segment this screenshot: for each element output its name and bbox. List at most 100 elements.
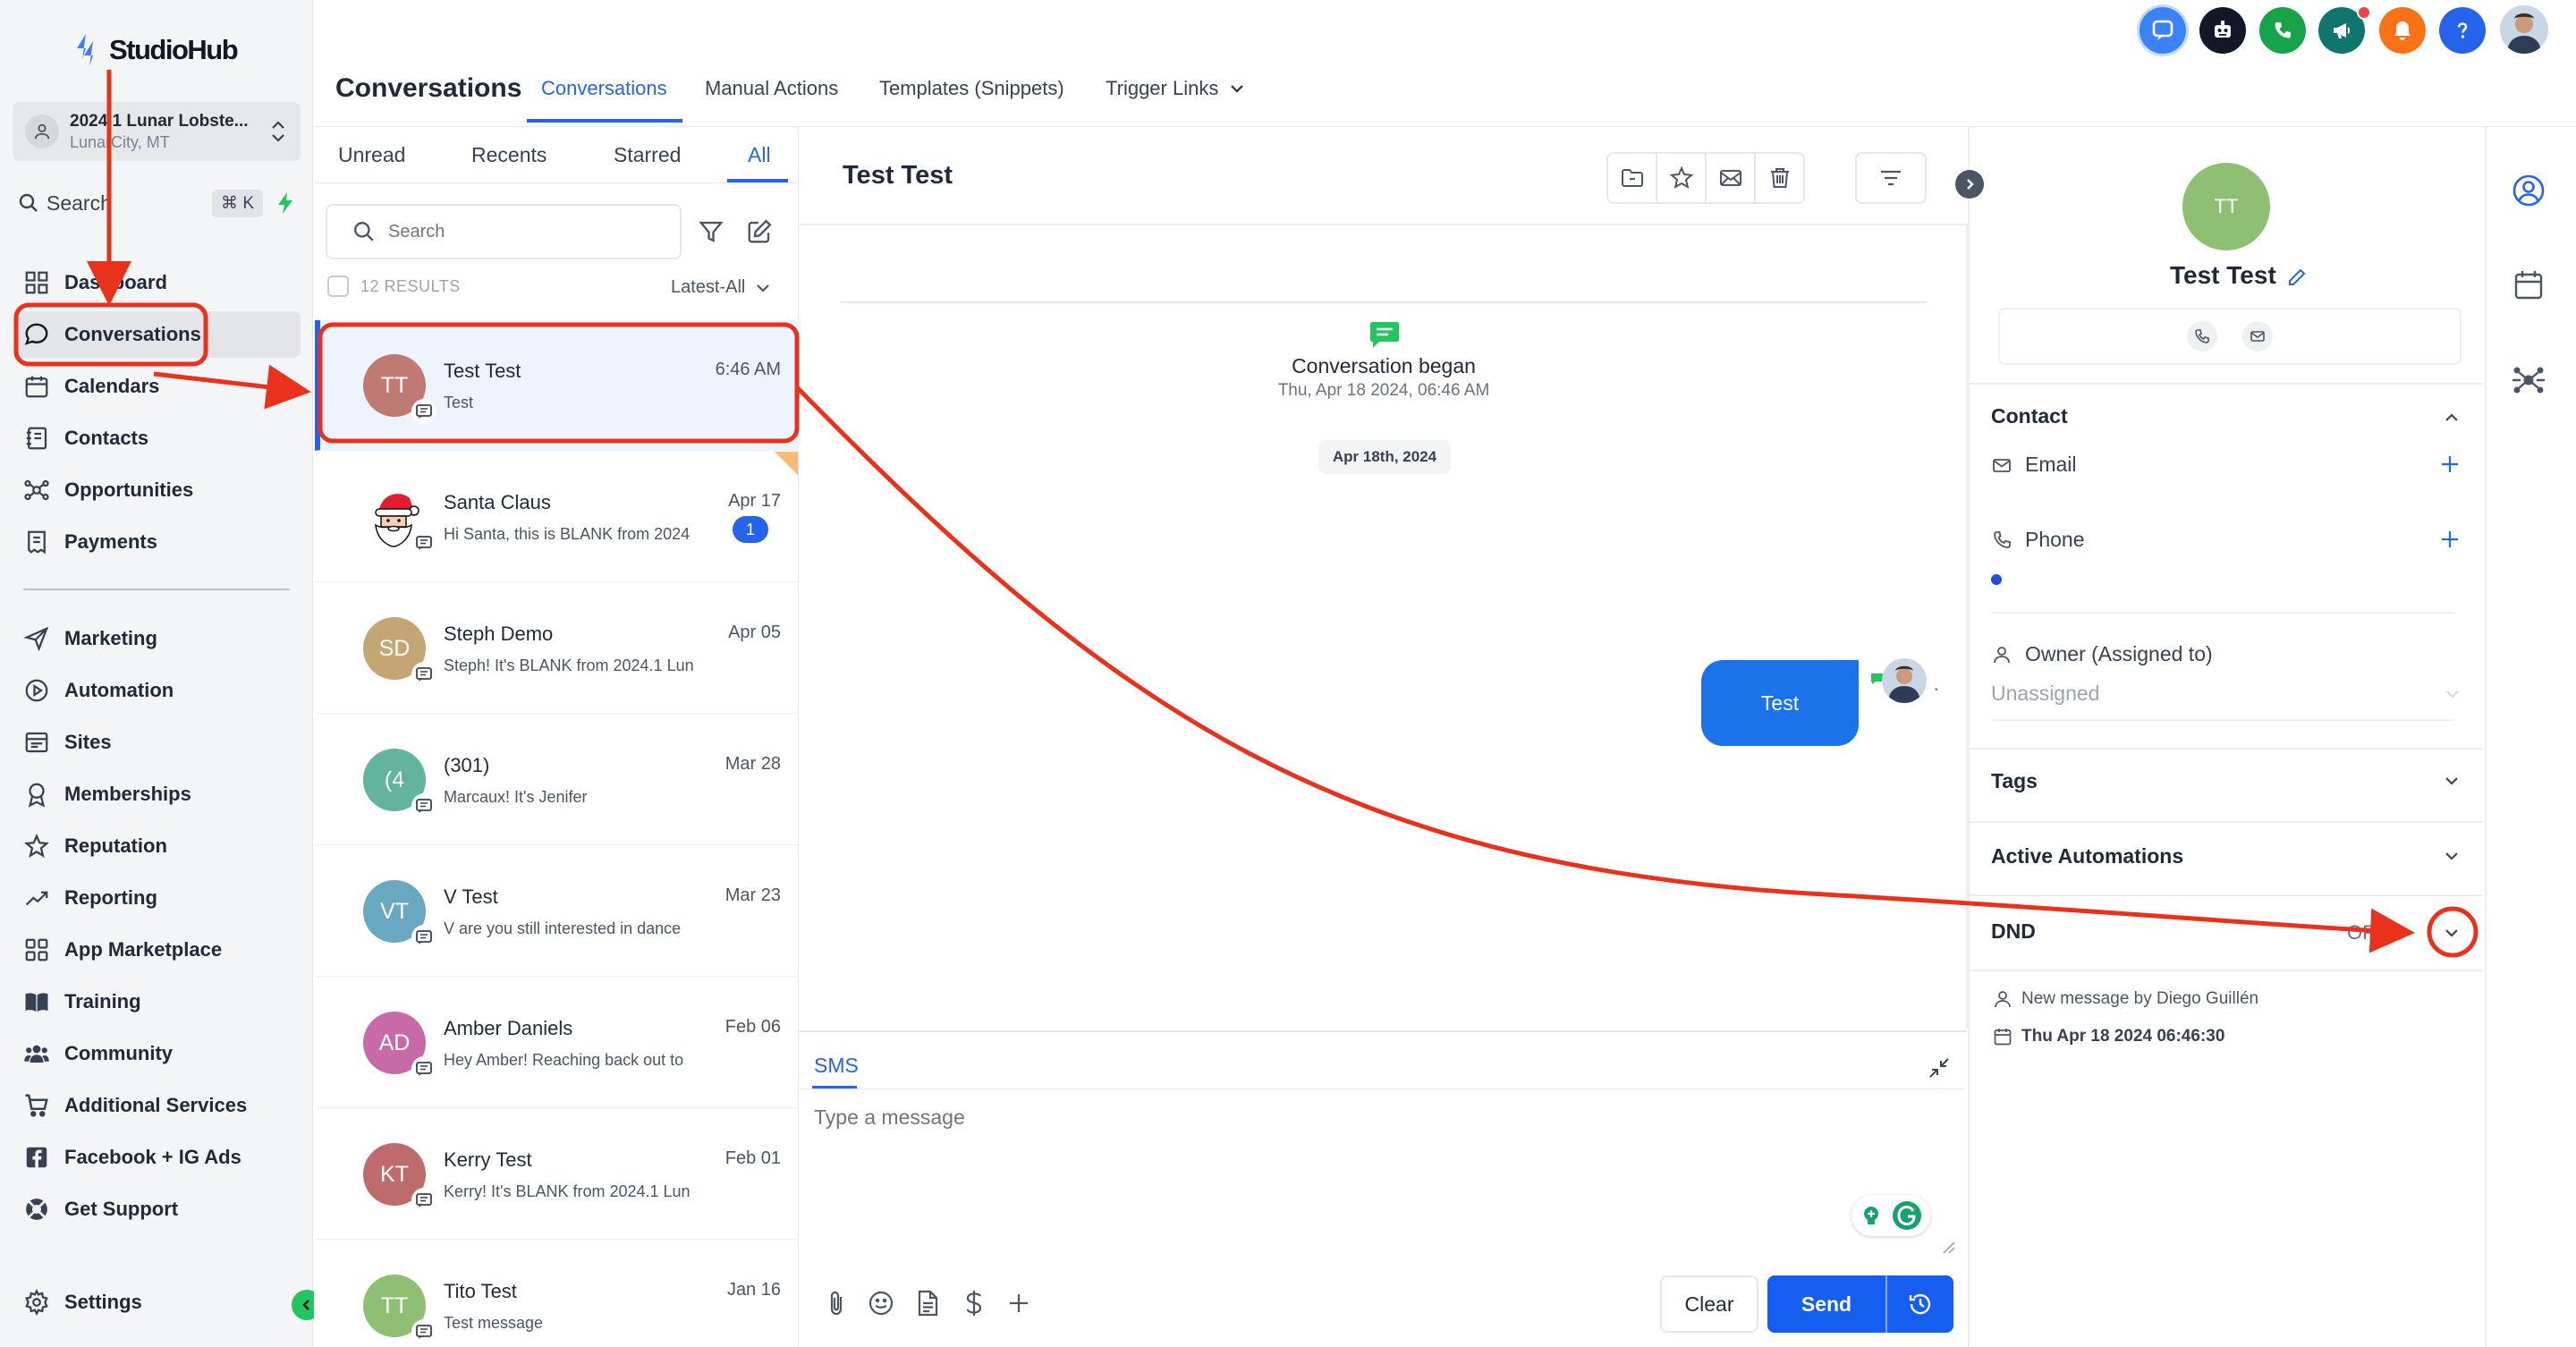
contact-profile-icon[interactable] xyxy=(2510,172,2547,209)
sidebar-item-additional-services[interactable]: Additional Services xyxy=(16,1082,301,1129)
resize-grip-icon[interactable] xyxy=(1939,1238,1955,1254)
active-automations-title[interactable]: Active Automations xyxy=(1991,844,2183,868)
user-avatar[interactable] xyxy=(2500,5,2548,54)
sidebar-item-dashboard[interactable]: Dashboard xyxy=(16,259,301,306)
conversation-preview: Test xyxy=(444,394,474,411)
sidebar-item-opportunities[interactable]: Opportunities xyxy=(16,467,301,513)
sidebar-item-marketing[interactable]: Marketing xyxy=(16,615,301,662)
tab-trigger-links[interactable]: Trigger Links xyxy=(1106,77,1247,100)
tab-conversations[interactable]: Conversations xyxy=(541,77,667,100)
message-input[interactable] xyxy=(814,1106,1950,1249)
tab-templates[interactable]: Templates (Snippets) xyxy=(879,77,1064,100)
schedule-send-button[interactable] xyxy=(1887,1291,1953,1317)
opportunities-network-icon[interactable] xyxy=(2510,361,2547,399)
sidebar-item-get-support[interactable]: Get Support xyxy=(16,1186,301,1233)
conversation-item-kerry-test[interactable]: KT Kerry Test Kerry! It's BLANK from 202… xyxy=(315,1109,799,1240)
date-separator: Apr 18th, 2024 xyxy=(1318,440,1451,474)
pencil-icon[interactable] xyxy=(2286,267,2308,288)
owner-select[interactable]: Unassigned xyxy=(1991,682,2099,706)
plus-icon[interactable] xyxy=(1004,1288,1034,1318)
chevron-down-icon[interactable] xyxy=(2442,683,2463,705)
call-contact-button[interactable] xyxy=(2187,321,2217,352)
sidebar-item-facebook-ads[interactable]: Facebook + IG Ads xyxy=(16,1134,301,1181)
email-contact-button[interactable] xyxy=(2242,321,2273,352)
sidebar-item-label: Get Support xyxy=(64,1198,179,1220)
help-button[interactable] xyxy=(2439,7,2486,54)
sidebar-item-app-marketplace[interactable]: App Marketplace xyxy=(16,927,301,973)
list-tab-all[interactable]: All xyxy=(748,143,771,167)
conversation-item-santa-claus[interactable]: Santa Claus Hi Santa, this is BLANK from… xyxy=(315,452,799,582)
sidebar-item-calendars[interactable]: Calendars xyxy=(16,363,301,410)
sidebar-item-sites[interactable]: Sites xyxy=(16,719,301,766)
compose-icon[interactable] xyxy=(746,218,773,245)
select-all-checkbox[interactable] xyxy=(327,275,349,297)
calendar-icon[interactable] xyxy=(2510,267,2547,304)
chevron-down-icon[interactable] xyxy=(2440,844,2463,868)
dnd-chevron-down-icon[interactable] xyxy=(2440,921,2463,945)
conversation-item-301[interactable]: (4 (301) Marcaux! It's Jenifer Mar 28 xyxy=(315,715,799,845)
add-phone-icon[interactable] xyxy=(2438,528,2462,551)
ai-bot-button[interactable] xyxy=(2199,7,2246,54)
sidebar-item-payments[interactable]: Payments xyxy=(16,519,301,565)
sidebar-item-conversations[interactable]: Conversations xyxy=(16,311,301,358)
conversation-item-steph-demo[interactable]: SD Steph Demo Steph! It's BLANK from 202… xyxy=(315,583,799,714)
sidebar-item-reputation[interactable]: Reputation xyxy=(16,823,301,869)
chevron-up-icon[interactable] xyxy=(2440,406,2463,429)
send-button[interactable]: Send xyxy=(1767,1292,1885,1317)
list-tab-recents[interactable]: Recents xyxy=(471,143,547,167)
conversation-item-v-test[interactable]: VT V Test V are you still interested in … xyxy=(315,846,799,977)
tab-manual-actions[interactable]: Manual Actions xyxy=(705,77,838,100)
location-switcher[interactable]: 2024.1 Lunar Lobste... LunarCity, MT xyxy=(13,102,301,161)
mark-unread-button[interactable] xyxy=(1707,154,1756,202)
chevron-down-icon[interactable] xyxy=(2440,769,2463,792)
dnd-section-title[interactable]: DND xyxy=(1991,919,2036,944)
collapse-panel-toggle[interactable] xyxy=(1955,170,1984,199)
star-button[interactable] xyxy=(1657,154,1707,202)
sidebar-item-label: Memberships xyxy=(64,783,191,805)
sidebar-item-automation[interactable]: Automation xyxy=(16,667,301,714)
conversation-search-input[interactable] xyxy=(388,221,657,242)
dollar-icon[interactable] xyxy=(959,1288,989,1318)
sidebar-search[interactable]: Search ⌘ K xyxy=(13,184,301,222)
conversation-time: Apr 05 xyxy=(728,623,781,642)
notifications-button[interactable] xyxy=(2379,7,2426,54)
contact-section-title[interactable]: Contact xyxy=(1991,404,2068,428)
brand-logo[interactable]: StudioHub xyxy=(73,32,239,68)
collapse-arrows-icon[interactable] xyxy=(1927,1055,1952,1080)
grammarly-widget[interactable] xyxy=(1852,1195,1930,1236)
sidebar-item-settings[interactable]: Settings xyxy=(16,1279,301,1326)
sidebar-item-label: Reputation xyxy=(64,834,167,857)
sidebar-item-training[interactable]: Training xyxy=(16,978,301,1025)
conversation-item-tito-test[interactable]: TT Tito Test Test message Jan 16 xyxy=(315,1241,799,1347)
archive-button[interactable] xyxy=(1608,154,1657,202)
contacts-book-icon xyxy=(23,425,50,452)
list-tab-starred[interactable]: Starred xyxy=(614,143,681,167)
chat-widget-button[interactable] xyxy=(2140,7,2186,54)
sidebar-item-label: Conversations xyxy=(64,323,201,345)
sms-channel-badge xyxy=(411,530,436,555)
emoji-icon[interactable] xyxy=(866,1288,896,1318)
phone-country-dot[interactable] xyxy=(1991,574,2002,585)
chat-filter-button[interactable] xyxy=(1855,152,1927,204)
template-icon[interactable] xyxy=(912,1288,943,1318)
conversation-item-amber-daniels[interactable]: AD Amber Daniels Hey Amber! Reaching bac… xyxy=(315,978,799,1108)
list-tab-unread[interactable]: Unread xyxy=(338,143,405,167)
lightning-icon[interactable] xyxy=(275,191,295,215)
add-email-icon[interactable] xyxy=(2438,453,2462,476)
delete-button[interactable] xyxy=(1756,154,1803,202)
filter-icon[interactable] xyxy=(698,218,724,245)
sidebar-item-community[interactable]: Community xyxy=(16,1030,301,1077)
phone-button[interactable] xyxy=(2259,7,2306,54)
outgoing-message-bubble[interactable]: Test xyxy=(1701,660,1859,746)
sidebar-item-memberships[interactable]: Memberships xyxy=(16,771,301,818)
sort-select[interactable]: Latest-All xyxy=(671,277,772,298)
message-icon xyxy=(415,928,433,946)
attachment-icon[interactable] xyxy=(821,1288,852,1318)
tags-section-title[interactable]: Tags xyxy=(1991,769,2038,793)
conversation-search[interactable] xyxy=(326,204,682,259)
sidebar-item-reporting[interactable]: Reporting xyxy=(16,875,301,921)
clear-button[interactable]: Clear xyxy=(1660,1275,1758,1333)
sidebar-item-contacts[interactable]: Contacts xyxy=(16,415,301,462)
conversation-item-test-test[interactable]: TT Test Test Test 6:46 AM xyxy=(315,320,799,451)
composer-tab-sms[interactable]: SMS xyxy=(814,1054,859,1078)
